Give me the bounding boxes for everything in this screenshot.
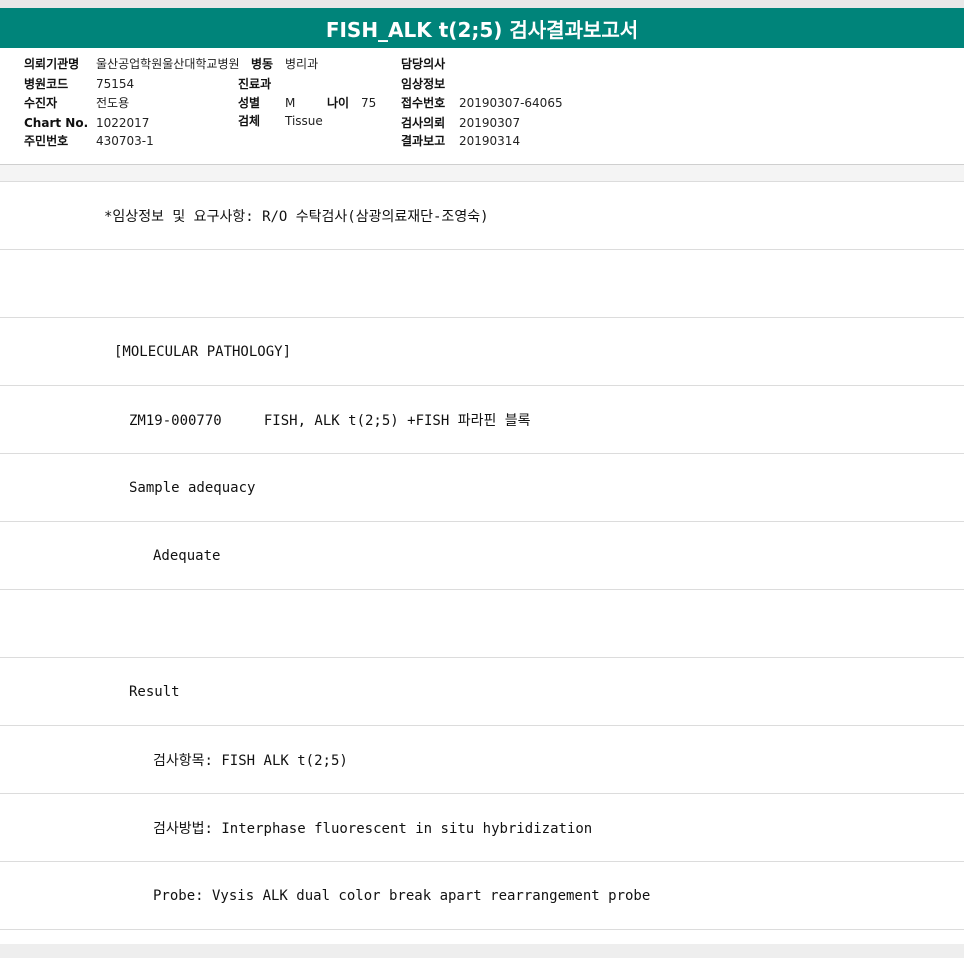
specimen-value: Tissue: [285, 114, 323, 128]
report-line-text: 검사방법: Interphase fluorescent in situ hyb…: [153, 820, 593, 837]
report-body: *임상정보 및 요구사항: R/O 수탁검사(삼광의료재단-조영숙) [MOLE…: [0, 182, 964, 930]
report-line-text: Sample adequacy: [129, 479, 256, 496]
hospital-code-label: 병원코드: [24, 77, 69, 91]
report-line-text: [MOLECULAR PATHOLOGY]: [114, 343, 292, 360]
ward-label: 병동: [251, 57, 274, 71]
request-date-value: 20190307: [459, 116, 521, 130]
report-line-text: ZM19-000770 FISH, ALK t(2;5) +FISH 파라핀 블…: [129, 412, 531, 429]
report-line: *임상정보 및 요구사항: R/O 수탁검사(삼광의료재단-조영숙): [0, 182, 964, 250]
receipt-no-label: 접수번호: [401, 96, 446, 110]
hospital-code-value: 75154: [96, 77, 135, 91]
report-line: [MOLECULAR PATHOLOGY]: [0, 318, 964, 386]
report-line: Probe: Vysis ALK dual color break apart …: [0, 862, 964, 930]
doctor-label: 담당의사: [401, 57, 446, 71]
institution-value: 울산공업학원울산대학교병원: [96, 57, 240, 71]
clinical-info-label: 임상정보: [401, 77, 446, 91]
request-date-label: 검사의뢰: [401, 116, 446, 130]
chart-no-label: Chart No.: [24, 116, 89, 130]
chart-no-value: 1022017: [96, 116, 150, 130]
top-strip: [0, 0, 964, 8]
recipient-value: 전도용: [96, 96, 130, 110]
receipt-no-value: 20190307-64065: [459, 96, 563, 110]
report-header: 의뢰기관명 울산공업학원울산대학교병원 병원코드 75154 수진자 전도용 C…: [0, 48, 964, 165]
recipient-label: 수진자: [24, 96, 58, 110]
resident-no-label: 주민번호: [24, 134, 69, 148]
report-line: ZM19-000770 FISH, ALK t(2;5) +FISH 파라핀 블…: [0, 386, 964, 454]
age-value: 75: [361, 96, 377, 110]
bottom-band: [0, 944, 964, 958]
report-line: [0, 590, 964, 658]
report-line-text: Result: [129, 683, 180, 700]
report-line: 검사방법: Interphase fluorescent in situ hyb…: [0, 794, 964, 862]
resident-no-value: 430703-1: [96, 134, 154, 148]
sex-label: 성별: [238, 96, 261, 110]
header-separator: [0, 165, 964, 182]
report-line: Sample adequacy: [0, 454, 964, 522]
report-line: Result: [0, 658, 964, 726]
report-line: 검사항목: FISH ALK t(2;5): [0, 726, 964, 794]
report-date-label: 결과보고: [401, 134, 446, 148]
report-title: FISH_ALK t(2;5) 검사결과보고서: [325, 17, 639, 42]
report-date-value: 20190314: [459, 134, 521, 148]
sex-value: M: [285, 96, 296, 110]
ward-value: 병리과: [285, 57, 319, 71]
report-line-text: *임상정보 및 요구사항: R/O 수탁검사(삼광의료재단-조영숙): [104, 208, 489, 225]
report-title-bar: FISH_ALK t(2;5) 검사결과보고서: [0, 8, 964, 49]
report-line-text: Adequate: [153, 547, 221, 564]
specimen-label: 검체: [238, 114, 261, 128]
report-line-text: 검사항목: FISH ALK t(2;5): [153, 752, 348, 769]
institution-label: 의뢰기관명: [24, 57, 80, 71]
department-label: 진료과: [238, 77, 272, 91]
report-line: [0, 250, 964, 318]
report-line: Adequate: [0, 522, 964, 590]
report-line-text: Probe: Vysis ALK dual color break apart …: [153, 887, 651, 904]
age-label: 나이: [327, 96, 350, 110]
